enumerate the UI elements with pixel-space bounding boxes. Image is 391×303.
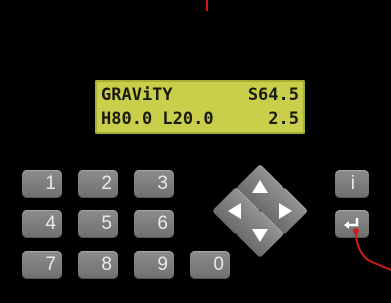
key-6-label: 6 [157, 213, 168, 234]
enter-key[interactable] [335, 210, 369, 238]
controller-panel: GRAViTY S64.5 H80.0 L20.0 2.5 1 2 3 4 5 … [0, 0, 391, 303]
key-1[interactable]: 1 [22, 170, 62, 198]
down-key[interactable] [235, 209, 285, 259]
lcd-line-1: GRAViTY S64.5 [101, 83, 299, 107]
key-3-label: 3 [157, 173, 168, 194]
key-3[interactable]: 3 [134, 170, 174, 198]
key-7-label: 7 [45, 254, 56, 275]
arrow-down-icon [252, 229, 268, 242]
info-key[interactable]: i [335, 170, 369, 198]
key-1-label: 1 [45, 173, 56, 194]
lcd-limits-text: H80.0 L20.0 [101, 109, 214, 129]
info-icon: i [350, 173, 355, 194]
key-2-label: 2 [101, 173, 112, 194]
key-9[interactable]: 9 [134, 251, 174, 279]
key-8[interactable]: 8 [78, 251, 118, 279]
key-8-label: 8 [101, 254, 112, 275]
lcd-value-text: 2.5 [268, 109, 299, 129]
key-5-label: 5 [101, 213, 112, 234]
key-4[interactable]: 4 [22, 210, 62, 238]
lcd-mode-text: GRAViTY [101, 85, 173, 105]
key-4-label: 4 [45, 213, 56, 234]
lcd-setpoint-text: S64.5 [247, 85, 299, 105]
lcd-line-2: H80.0 L20.0 2.5 [101, 107, 299, 131]
enter-icon [344, 218, 359, 229]
lcd-display: GRAViTY S64.5 H80.0 L20.0 2.5 [95, 80, 305, 134]
key-5[interactable]: 5 [78, 210, 118, 238]
key-6[interactable]: 6 [134, 210, 174, 238]
key-7[interactable]: 7 [22, 251, 62, 279]
direction-pad [211, 163, 309, 259]
key-2[interactable]: 2 [78, 170, 118, 198]
key-9-label: 9 [157, 254, 168, 275]
